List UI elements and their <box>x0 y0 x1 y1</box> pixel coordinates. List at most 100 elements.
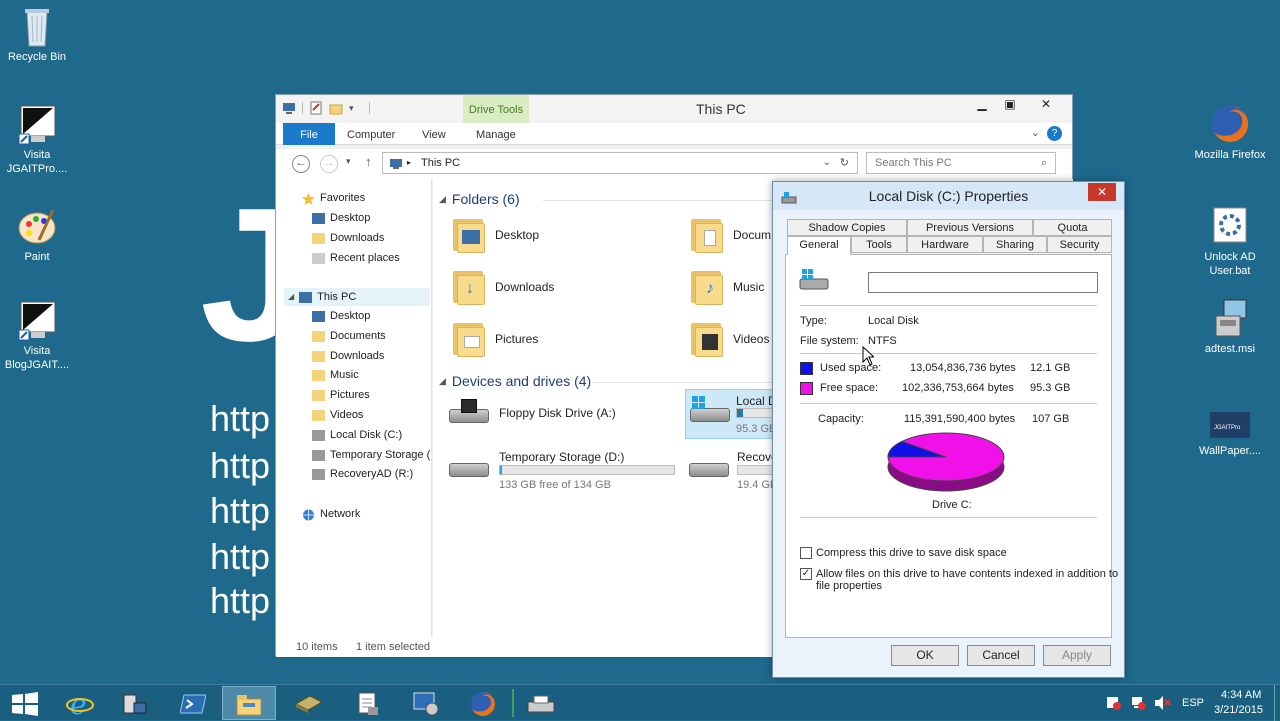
recycle-bin-icon <box>17 6 57 47</box>
folder-downloads[interactable]: ↓ Downloads <box>451 267 554 307</box>
nav-desktop[interactable]: Desktop <box>312 307 370 325</box>
folder-label: Videos <box>733 332 770 346</box>
tab-security[interactable]: Security <box>1047 236 1112 253</box>
folder-documents[interactable]: Docum <box>689 215 771 255</box>
new-folder-icon[interactable] <box>329 101 343 115</box>
compress-checkbox[interactable] <box>800 547 812 559</box>
tab-previous-versions[interactable]: Previous Versions <box>907 219 1033 236</box>
desktop-icon-recycle-bin[interactable]: Recycle Bin <box>0 6 74 64</box>
drive-free-text: 133 GB free of 134 GB <box>499 479 611 491</box>
drive-name-input[interactable] <box>868 272 1098 293</box>
nav-favorites[interactable]: Favorites <box>302 189 365 207</box>
tab-hardware[interactable]: Hardware <box>907 236 983 253</box>
desktop-icon-visita-jgaitpro[interactable]: Visita JGAITPro.... <box>0 104 74 176</box>
nav-music[interactable]: Music <box>312 366 359 384</box>
tab-quota[interactable]: Quota <box>1033 219 1112 236</box>
tab-view[interactable]: View <box>422 123 446 145</box>
nav-temporary-storage[interactable]: Temporary Storage ( <box>312 446 430 464</box>
tab-file[interactable]: File <box>283 123 335 145</box>
forward-button[interactable]: → <box>320 155 338 173</box>
drive-floppy[interactable]: Floppy Disk Drive (A:) <box>447 397 616 429</box>
folder-music[interactable]: ♪ Music <box>689 267 764 307</box>
explorer-titlebar[interactable]: ▾ Drive Tools This PC ▁ ▣ ✕ <box>276 95 1072 123</box>
drive-icon <box>312 468 325 480</box>
tab-sharing[interactable]: Sharing <box>983 236 1047 253</box>
context-tab-drive-tools[interactable]: Drive Tools <box>463 95 529 123</box>
dialog-close-button[interactable]: ✕ <box>1088 183 1116 201</box>
action-center-icon[interactable] <box>1106 696 1122 710</box>
dialog-titlebar[interactable]: Local Disk (C:) Properties ✕ <box>773 182 1124 210</box>
address-bar[interactable]: ▸ This PC ⌄ ↻ <box>382 152 858 174</box>
show-desktop-button[interactable] <box>1274 685 1280 721</box>
ribbon-expand-icon[interactable]: ⌄ <box>1031 126 1040 139</box>
breadcrumb-this-pc[interactable]: This PC <box>421 157 460 169</box>
desktop-icon-firefox[interactable]: Mozilla Firefox <box>1193 104 1267 162</box>
devices-group-header[interactable]: ◢ Devices and drives (4) <box>439 373 591 389</box>
nav-local-disk[interactable]: Local Disk (C:) <box>312 426 402 444</box>
nav-fav-recent-places[interactable]: Recent places <box>312 249 400 267</box>
taskbar-disk-tool[interactable] <box>282 686 336 720</box>
desktop-icon-paint[interactable]: Paint <box>0 206 74 264</box>
nav-network[interactable]: Network <box>302 505 360 523</box>
up-button[interactable]: ↑ <box>365 154 372 169</box>
chevron-down-icon[interactable]: ▾ <box>349 101 363 115</box>
minimize-button[interactable]: ▁ <box>968 95 996 115</box>
taskbar-printer[interactable] <box>514 686 568 720</box>
nav-documents[interactable]: Documents <box>312 327 386 345</box>
nav-label: Desktop <box>330 212 371 224</box>
folder-desktop[interactable]: Desktop <box>451 215 539 255</box>
tab-general[interactable]: General <box>787 236 851 255</box>
folder-videos[interactable]: Videos <box>689 319 769 359</box>
taskbar-file-explorer[interactable] <box>222 686 276 720</box>
close-button[interactable]: ✕ <box>1024 95 1068 115</box>
tab-manage[interactable]: Manage <box>476 123 516 145</box>
properties-icon[interactable] <box>309 101 323 115</box>
nav-videos[interactable]: Videos <box>312 406 363 424</box>
drive-local-disk[interactable]: Local D 95.3 GB <box>685 389 796 439</box>
tab-computer[interactable]: Computer <box>347 123 395 145</box>
start-icon <box>12 692 38 716</box>
ok-button[interactable]: OK <box>891 645 959 666</box>
taskbar-notepad[interactable] <box>340 686 394 720</box>
refresh-icon[interactable]: ↻ <box>840 153 849 173</box>
back-button[interactable]: ← <box>292 155 310 173</box>
desktop-icon-unlock-ad-user[interactable]: Unlock AD User.bat <box>1193 206 1267 278</box>
nav-pictures[interactable]: Pictures <box>312 386 370 404</box>
taskbar-firefox[interactable] <box>456 686 510 720</box>
folders-group-header[interactable]: ◢ Folders (6) <box>439 191 520 207</box>
status-item-count: 10 items <box>296 641 338 653</box>
network-tray-icon[interactable] <box>1130 695 1146 711</box>
taskbar-internet-explorer[interactable]: e <box>54 686 108 720</box>
index-checkbox[interactable]: ✓ <box>800 568 812 580</box>
desktop-icon-adtest-msi[interactable]: adtest.msi <box>1193 298 1267 356</box>
folder-pictures[interactable]: Pictures <box>451 319 538 359</box>
tab-tools[interactable]: Tools <box>851 236 907 253</box>
recent-locations-icon[interactable]: ▾ <box>346 156 351 167</box>
desktop-icon-wallpaper[interactable]: JGAITPro WallPaper.... <box>1193 412 1267 458</box>
nav-fav-desktop[interactable]: Desktop <box>312 209 370 227</box>
drive-icon <box>312 429 325 441</box>
tab-shadow-copies[interactable]: Shadow Copies <box>787 219 907 236</box>
clock-time[interactable]: 4:34 AM <box>1221 689 1261 701</box>
clock-date[interactable]: 3/21/2015 <box>1214 704 1263 716</box>
language-indicator[interactable]: ESP <box>1182 697 1204 709</box>
help-icon[interactable]: ? <box>1047 126 1062 141</box>
drive-recovery[interactable] <box>687 451 731 483</box>
apply-button[interactable]: Apply <box>1043 645 1111 666</box>
wallpaper-text-line: http <box>210 445 271 486</box>
drive-temporary-storage[interactable] <box>447 451 491 483</box>
taskbar-server-manager[interactable] <box>108 686 162 720</box>
nav-fav-downloads[interactable]: Downloads <box>312 229 384 247</box>
search-input[interactable]: Search This PC ⌕ <box>866 152 1056 174</box>
maximize-button[interactable]: ▣ <box>996 95 1024 115</box>
taskbar-powershell[interactable] <box>166 686 220 720</box>
address-dropdown-icon[interactable]: ⌄ <box>823 153 831 173</box>
cancel-button[interactable]: Cancel <box>967 645 1035 666</box>
start-button[interactable] <box>0 686 54 720</box>
desktop-icon-visita-blogjgait[interactable]: Visita BlogJGAIT.... <box>0 300 74 372</box>
nav-downloads[interactable]: Downloads <box>312 347 384 365</box>
nav-this-pc[interactable]: ◢ This PC <box>284 288 430 306</box>
volume-muted-icon[interactable] <box>1154 695 1172 711</box>
taskbar-remote-desktop[interactable] <box>398 686 452 720</box>
nav-recovery[interactable]: RecoveryAD (R:) <box>312 465 413 483</box>
